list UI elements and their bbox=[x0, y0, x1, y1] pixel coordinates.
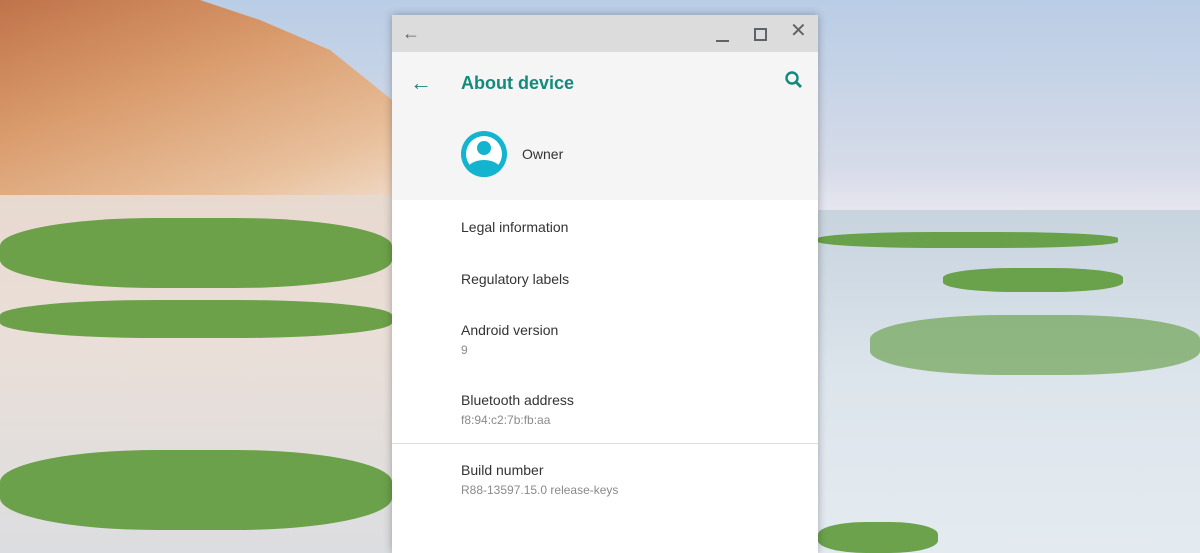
page-title: About device bbox=[461, 73, 575, 93]
android-version-item[interactable]: Android version 9 bbox=[461, 322, 558, 357]
divider bbox=[392, 443, 818, 444]
item-label: Build number bbox=[461, 462, 544, 478]
item-label: Bluetooth address bbox=[461, 392, 574, 408]
legal-information-item[interactable]: Legal information bbox=[461, 219, 568, 235]
wallpaper-moss bbox=[818, 232, 1118, 248]
minimize-icon[interactable] bbox=[716, 40, 729, 42]
wallpaper-moss bbox=[943, 268, 1123, 292]
header: ← About device Owner bbox=[392, 52, 818, 200]
item-label: Regulatory labels bbox=[461, 271, 570, 287]
search-icon[interactable] bbox=[784, 70, 804, 95]
settings-window: ← ✕ ← About device Owner Legal informati… bbox=[392, 15, 818, 553]
item-label: Android version bbox=[461, 322, 559, 338]
wallpaper-moss bbox=[0, 218, 392, 288]
item-label: Legal information bbox=[461, 219, 569, 235]
wallpaper-cliff bbox=[0, 0, 392, 200]
wallpaper-moss bbox=[0, 300, 392, 338]
wallpaper-moss bbox=[0, 450, 392, 530]
regulatory-labels-item[interactable]: Regulatory labels bbox=[461, 271, 569, 287]
item-value: R88-13597.15.0 release-keys bbox=[461, 483, 619, 497]
wallpaper-sea bbox=[818, 210, 1200, 553]
back-arrow-icon[interactable]: ← bbox=[410, 70, 432, 96]
wallpaper-moss bbox=[870, 315, 1200, 375]
wallpaper-moss bbox=[818, 522, 938, 553]
close-icon[interactable]: ✕ bbox=[790, 21, 807, 41]
title-bar: ← ✕ bbox=[392, 15, 818, 52]
maximize-icon[interactable] bbox=[754, 28, 767, 41]
item-value: 9 bbox=[461, 343, 468, 357]
build-number-item[interactable]: Build number R88-13597.15.0 release-keys bbox=[461, 462, 618, 497]
back-arrow-icon[interactable]: ← bbox=[402, 23, 420, 43]
avatar-icon[interactable] bbox=[461, 131, 507, 177]
account-name[interactable]: Owner bbox=[522, 146, 563, 162]
item-value: f8:94:c2:7b:fb:aa bbox=[461, 413, 551, 427]
bluetooth-address-item[interactable]: Bluetooth address f8:94:c2:7b:fb:aa bbox=[461, 392, 574, 427]
